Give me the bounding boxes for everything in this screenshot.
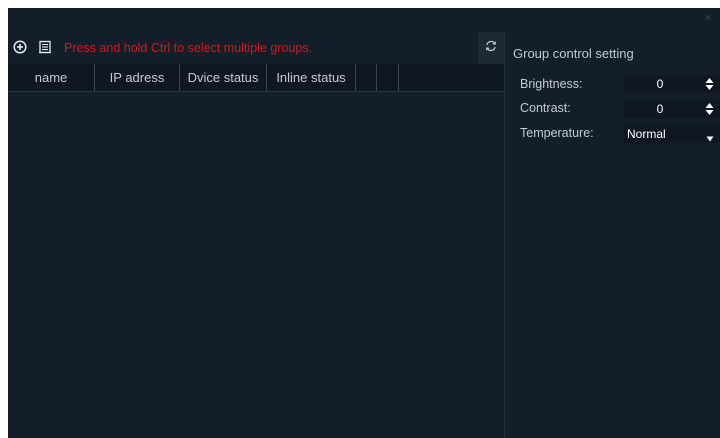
- app-window: × Press and hold Ctrl to select multiple…: [8, 8, 720, 438]
- contrast-value: 0: [656, 102, 664, 116]
- column-header-name[interactable]: name: [8, 64, 95, 91]
- column-header-device-status[interactable]: Dvice status: [180, 64, 267, 91]
- group-control-panel: Group control setting Brightness: 0 Cont…: [505, 32, 720, 438]
- group-list-icon[interactable]: [38, 40, 52, 54]
- device-table-header: name IP adress Dvice status Inline statu…: [8, 64, 504, 92]
- temperature-select[interactable]: Normal: [624, 125, 720, 143]
- chevron-down-icon: [706, 130, 714, 142]
- column-header-inline-status[interactable]: Inline status: [267, 64, 356, 91]
- group-control-title: Group control setting: [513, 46, 634, 61]
- title-bar: ×: [8, 8, 720, 30]
- spin-arrows-icon[interactable]: [705, 77, 714, 91]
- multi-select-hint: Press and hold Ctrl to select multiple g…: [64, 41, 313, 55]
- contrast-label: Contrast:: [520, 101, 571, 115]
- contrast-spinbox[interactable]: 0: [624, 100, 720, 118]
- temperature-label: Temperature:: [520, 126, 594, 140]
- refresh-icon: [484, 39, 498, 58]
- toolbar: Press and hold Ctrl to select multiple g…: [8, 32, 504, 64]
- close-icon[interactable]: ×: [702, 11, 714, 25]
- brightness-value: 0: [656, 77, 664, 91]
- column-header-ip-address[interactable]: IP adress: [95, 64, 180, 91]
- column-header-extra-1[interactable]: [356, 64, 377, 91]
- refresh-button[interactable]: [478, 32, 504, 64]
- device-table-body[interactable]: [8, 92, 504, 438]
- temperature-value: Normal: [627, 127, 666, 141]
- brightness-label: Brightness:: [520, 77, 583, 91]
- spin-arrows-icon[interactable]: [705, 102, 714, 116]
- add-group-icon[interactable]: [13, 40, 27, 54]
- column-header-extra-2[interactable]: [377, 64, 399, 91]
- brightness-spinbox[interactable]: 0: [624, 75, 720, 93]
